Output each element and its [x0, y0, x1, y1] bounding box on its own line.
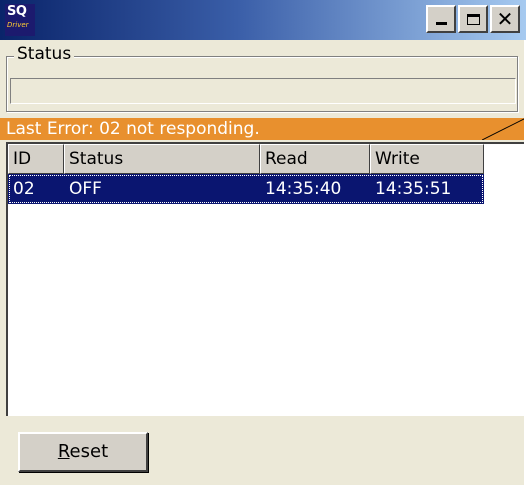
error-bar: Last Error: 02 not responding.: [0, 118, 526, 140]
column-header-id[interactable]: ID: [8, 144, 64, 174]
reset-button[interactable]: Reset: [18, 432, 148, 472]
cell-read: 14:35:40: [265, 179, 342, 199]
table-row[interactable]: 02 OFF 14:35:40 14:35:51: [8, 174, 484, 204]
splitter-line-icon: [482, 118, 526, 140]
last-error-text: Last Error: 02 not responding.: [6, 119, 260, 139]
column-header-write[interactable]: Write: [370, 144, 484, 174]
maximize-button[interactable]: [458, 5, 488, 33]
window-controls: ✕: [426, 5, 520, 33]
cell-status: OFF: [69, 179, 102, 199]
minimize-button[interactable]: [426, 5, 456, 33]
minimize-icon: [436, 22, 447, 25]
close-icon: ✕: [496, 7, 514, 31]
list-header: ID Status Read Write: [8, 144, 484, 174]
device-list[interactable]: ID Status Read Write 02 OFF 14:35:40 14:…: [6, 142, 526, 416]
cell-id: 02: [13, 179, 35, 199]
title-bar[interactable]: SQ Driver ✕: [0, 0, 526, 40]
reset-accelerator: R: [57, 441, 70, 462]
column-header-status[interactable]: Status: [64, 144, 260, 174]
reset-label: eset: [69, 441, 109, 462]
column-header-read[interactable]: Read: [260, 144, 370, 174]
status-group-label: Status: [14, 44, 75, 64]
sq-driver-window: SQ Driver ✕ Status Last Error: 02 not re…: [0, 0, 526, 485]
maximize-icon: [466, 13, 480, 25]
app-icon-subtext: Driver: [7, 21, 29, 29]
status-field: [10, 78, 516, 104]
app-icon-text: SQ: [7, 4, 27, 19]
close-button[interactable]: ✕: [490, 5, 520, 33]
cell-write: 14:35:51: [375, 179, 452, 199]
sq-driver-app-icon[interactable]: SQ Driver: [5, 4, 35, 36]
